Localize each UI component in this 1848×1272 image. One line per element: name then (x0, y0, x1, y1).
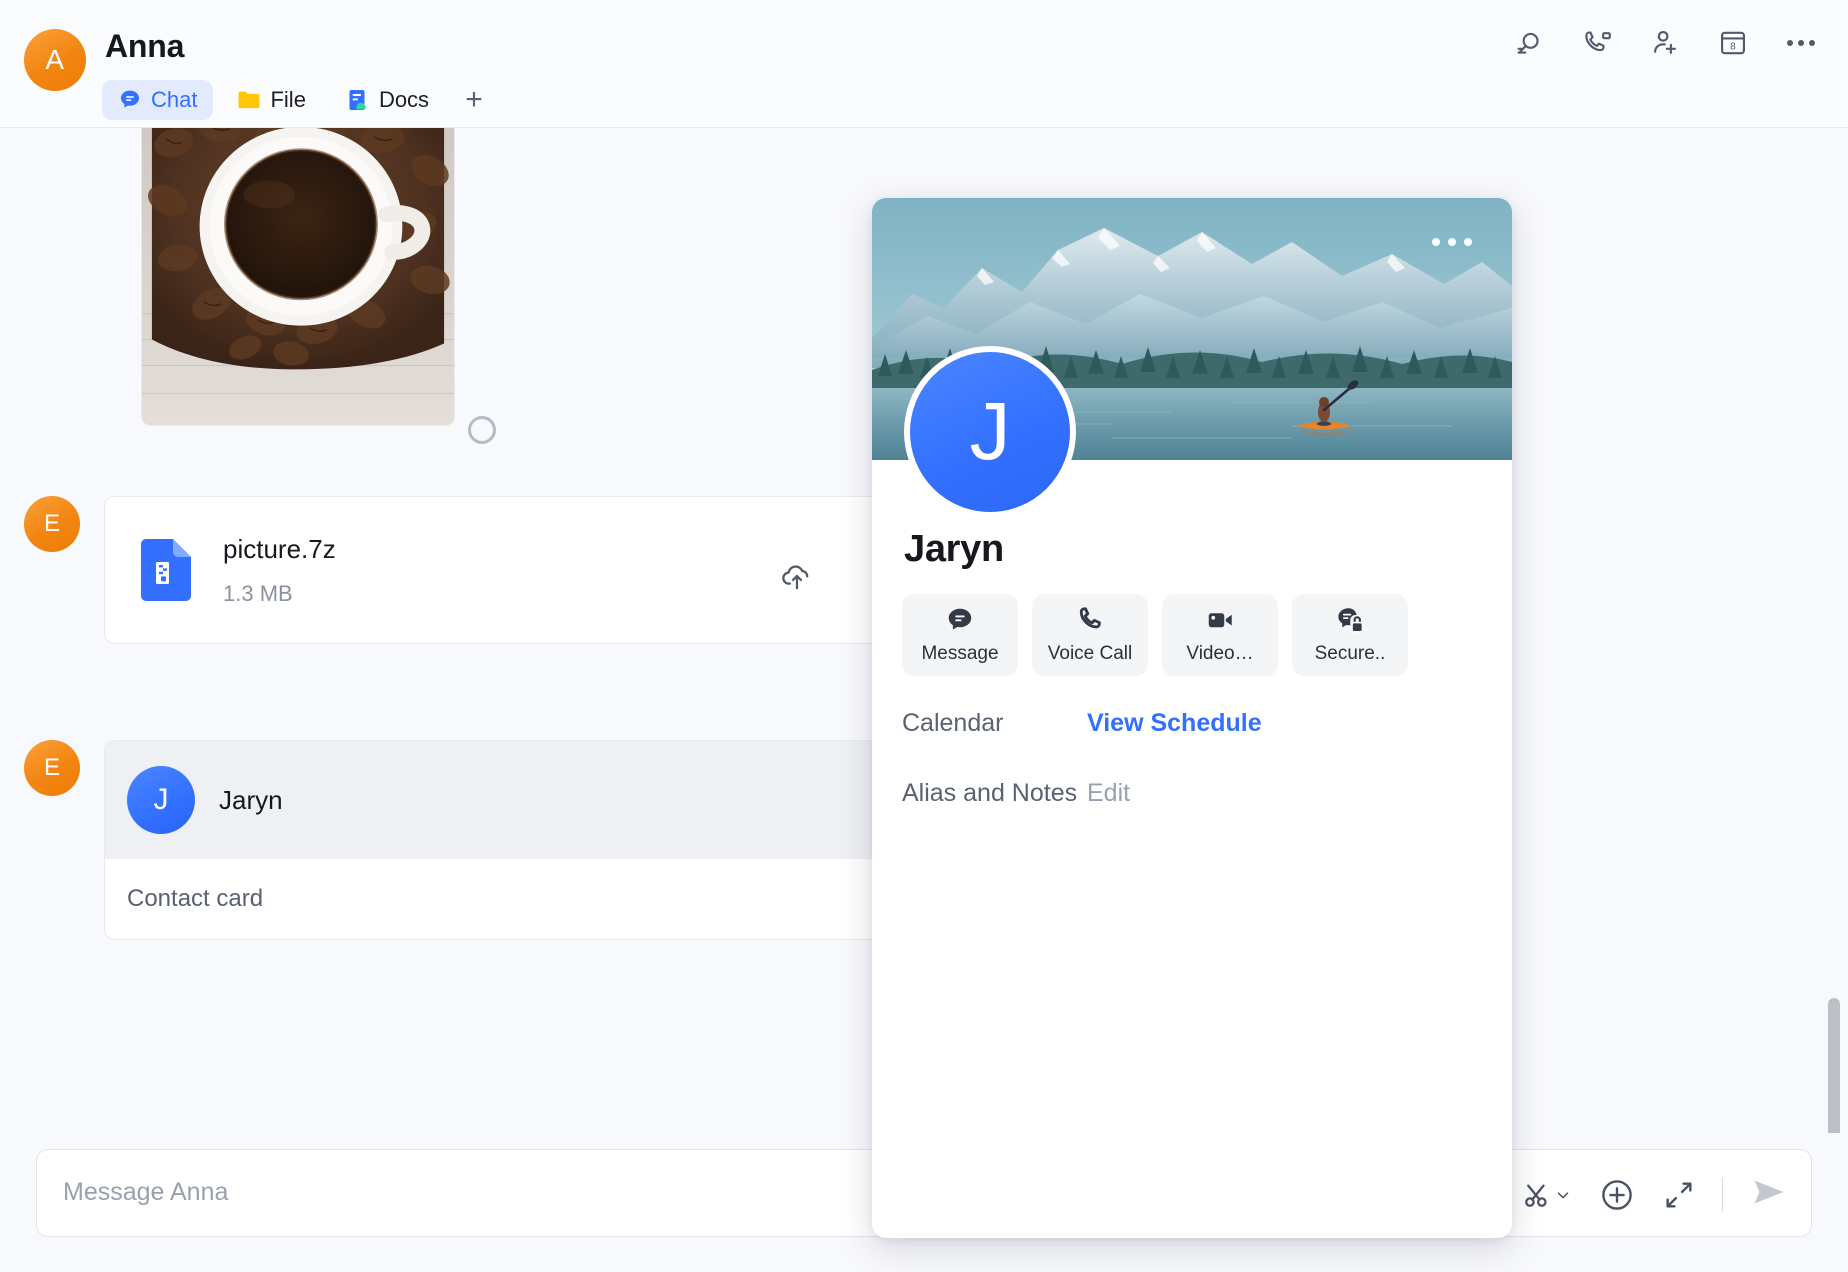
file-meta: picture.7z 1.3 MB (223, 534, 336, 607)
image-attachment[interactable] (141, 128, 455, 426)
scissors-dropdown-icon[interactable] (1520, 1178, 1572, 1212)
avatar[interactable]: E (24, 740, 80, 796)
avatar[interactable]: E (24, 496, 80, 552)
voice-call-button[interactable]: Voice Call (1032, 594, 1148, 676)
action-label: Video… (1186, 643, 1254, 664)
chat-app: A Anna Chat File Docs + 8 E picture.7z 1… (0, 0, 1848, 1272)
chat-icon (121, 90, 139, 108)
profile-row-alias-notes: Alias and Notes Edit (902, 776, 1482, 810)
profile-name: Jaryn (904, 528, 1004, 570)
view-schedule-link[interactable]: View Schedule (1087, 706, 1262, 740)
archive-file-icon (141, 539, 191, 601)
edit-alias-link[interactable]: Edit (1087, 776, 1130, 810)
calendar-icon[interactable]: 8 (1712, 22, 1754, 64)
page-title: Anna (105, 28, 185, 64)
row-label: Alias and Notes (902, 779, 1078, 807)
cloud-upload-icon[interactable] (779, 559, 815, 598)
message-status-indicator (468, 416, 496, 444)
tab-bar: Chat File Docs + (102, 80, 495, 120)
contact-card[interactable]: J Jaryn Contact card (104, 740, 942, 940)
secure-chat-button[interactable]: Secure.. (1292, 594, 1408, 676)
video-call-button[interactable]: Video… (1162, 594, 1278, 676)
message-input-placeholder: Message Anna (63, 1178, 229, 1206)
contact-name: Jaryn (219, 784, 283, 815)
send-icon (1754, 1180, 1784, 1204)
more-dots (1787, 40, 1815, 46)
add-tab-button[interactable]: + (453, 80, 495, 120)
profile-row-calendar: Calendar View Schedule (902, 706, 1482, 740)
profile-more-options-icon[interactable] (1432, 238, 1472, 246)
header-actions: 8 (1508, 22, 1822, 64)
tab-label: File (270, 87, 306, 112)
composer-tools (1520, 1172, 1789, 1217)
coffee-image (142, 128, 454, 425)
expand-icon[interactable] (1662, 1178, 1696, 1212)
tab-file[interactable]: File (221, 80, 321, 120)
message-contact: E J Jaryn Contact card (24, 740, 942, 940)
action-label: Message (921, 643, 999, 664)
send-button[interactable] (1749, 1172, 1789, 1217)
docs-icon (349, 90, 366, 110)
file-attachment-card[interactable]: picture.7z 1.3 MB (104, 496, 942, 644)
message-icon (948, 608, 972, 630)
search-icon[interactable] (1508, 22, 1550, 64)
folder-icon (238, 91, 260, 109)
profile-actions: Message Voice Call Video… Secure.. (902, 594, 1408, 676)
action-label: Voice Call (1047, 643, 1133, 664)
contact-profile-popover[interactable]: J Jaryn Message Voice Call Video… Secure… (872, 198, 1512, 1238)
phone-icon (1079, 607, 1101, 629)
more-options-icon[interactable] (1780, 22, 1822, 64)
message-file: E picture.7z 1.3 MB (24, 496, 942, 644)
svg-text:8: 8 (1730, 41, 1736, 52)
message-button[interactable]: Message (902, 594, 1018, 676)
add-person-icon[interactable] (1644, 22, 1686, 64)
avatar[interactable]: A (24, 29, 86, 91)
profile-avatar: J (904, 346, 1076, 518)
video-camera-icon (1208, 613, 1232, 628)
file-size: 1.3 MB (223, 580, 293, 606)
avatar: J (127, 766, 195, 834)
video-phone-icon[interactable] (1576, 22, 1618, 64)
tab-label: Docs (378, 87, 430, 112)
action-label: Secure.. (1314, 643, 1386, 664)
file-name: picture.7z (223, 533, 336, 564)
chevron-down-icon (1557, 1191, 1569, 1198)
tab-label: Chat (151, 87, 198, 112)
contact-card-footer: Contact card (127, 885, 264, 912)
secure-chat-icon (1338, 608, 1364, 633)
app-header: A Anna Chat File Docs + 8 (0, 0, 1848, 128)
profile-info-rows: Calendar View Schedule Alias and Notes E… (902, 706, 1482, 846)
row-label: Calendar (902, 709, 1004, 737)
divider (1722, 1177, 1723, 1212)
tab-chat[interactable]: Chat (102, 80, 214, 120)
contact-card-header: J Jaryn (105, 741, 941, 859)
tab-docs[interactable]: Docs (330, 80, 445, 120)
plus-circle-icon[interactable] (1598, 1176, 1636, 1214)
